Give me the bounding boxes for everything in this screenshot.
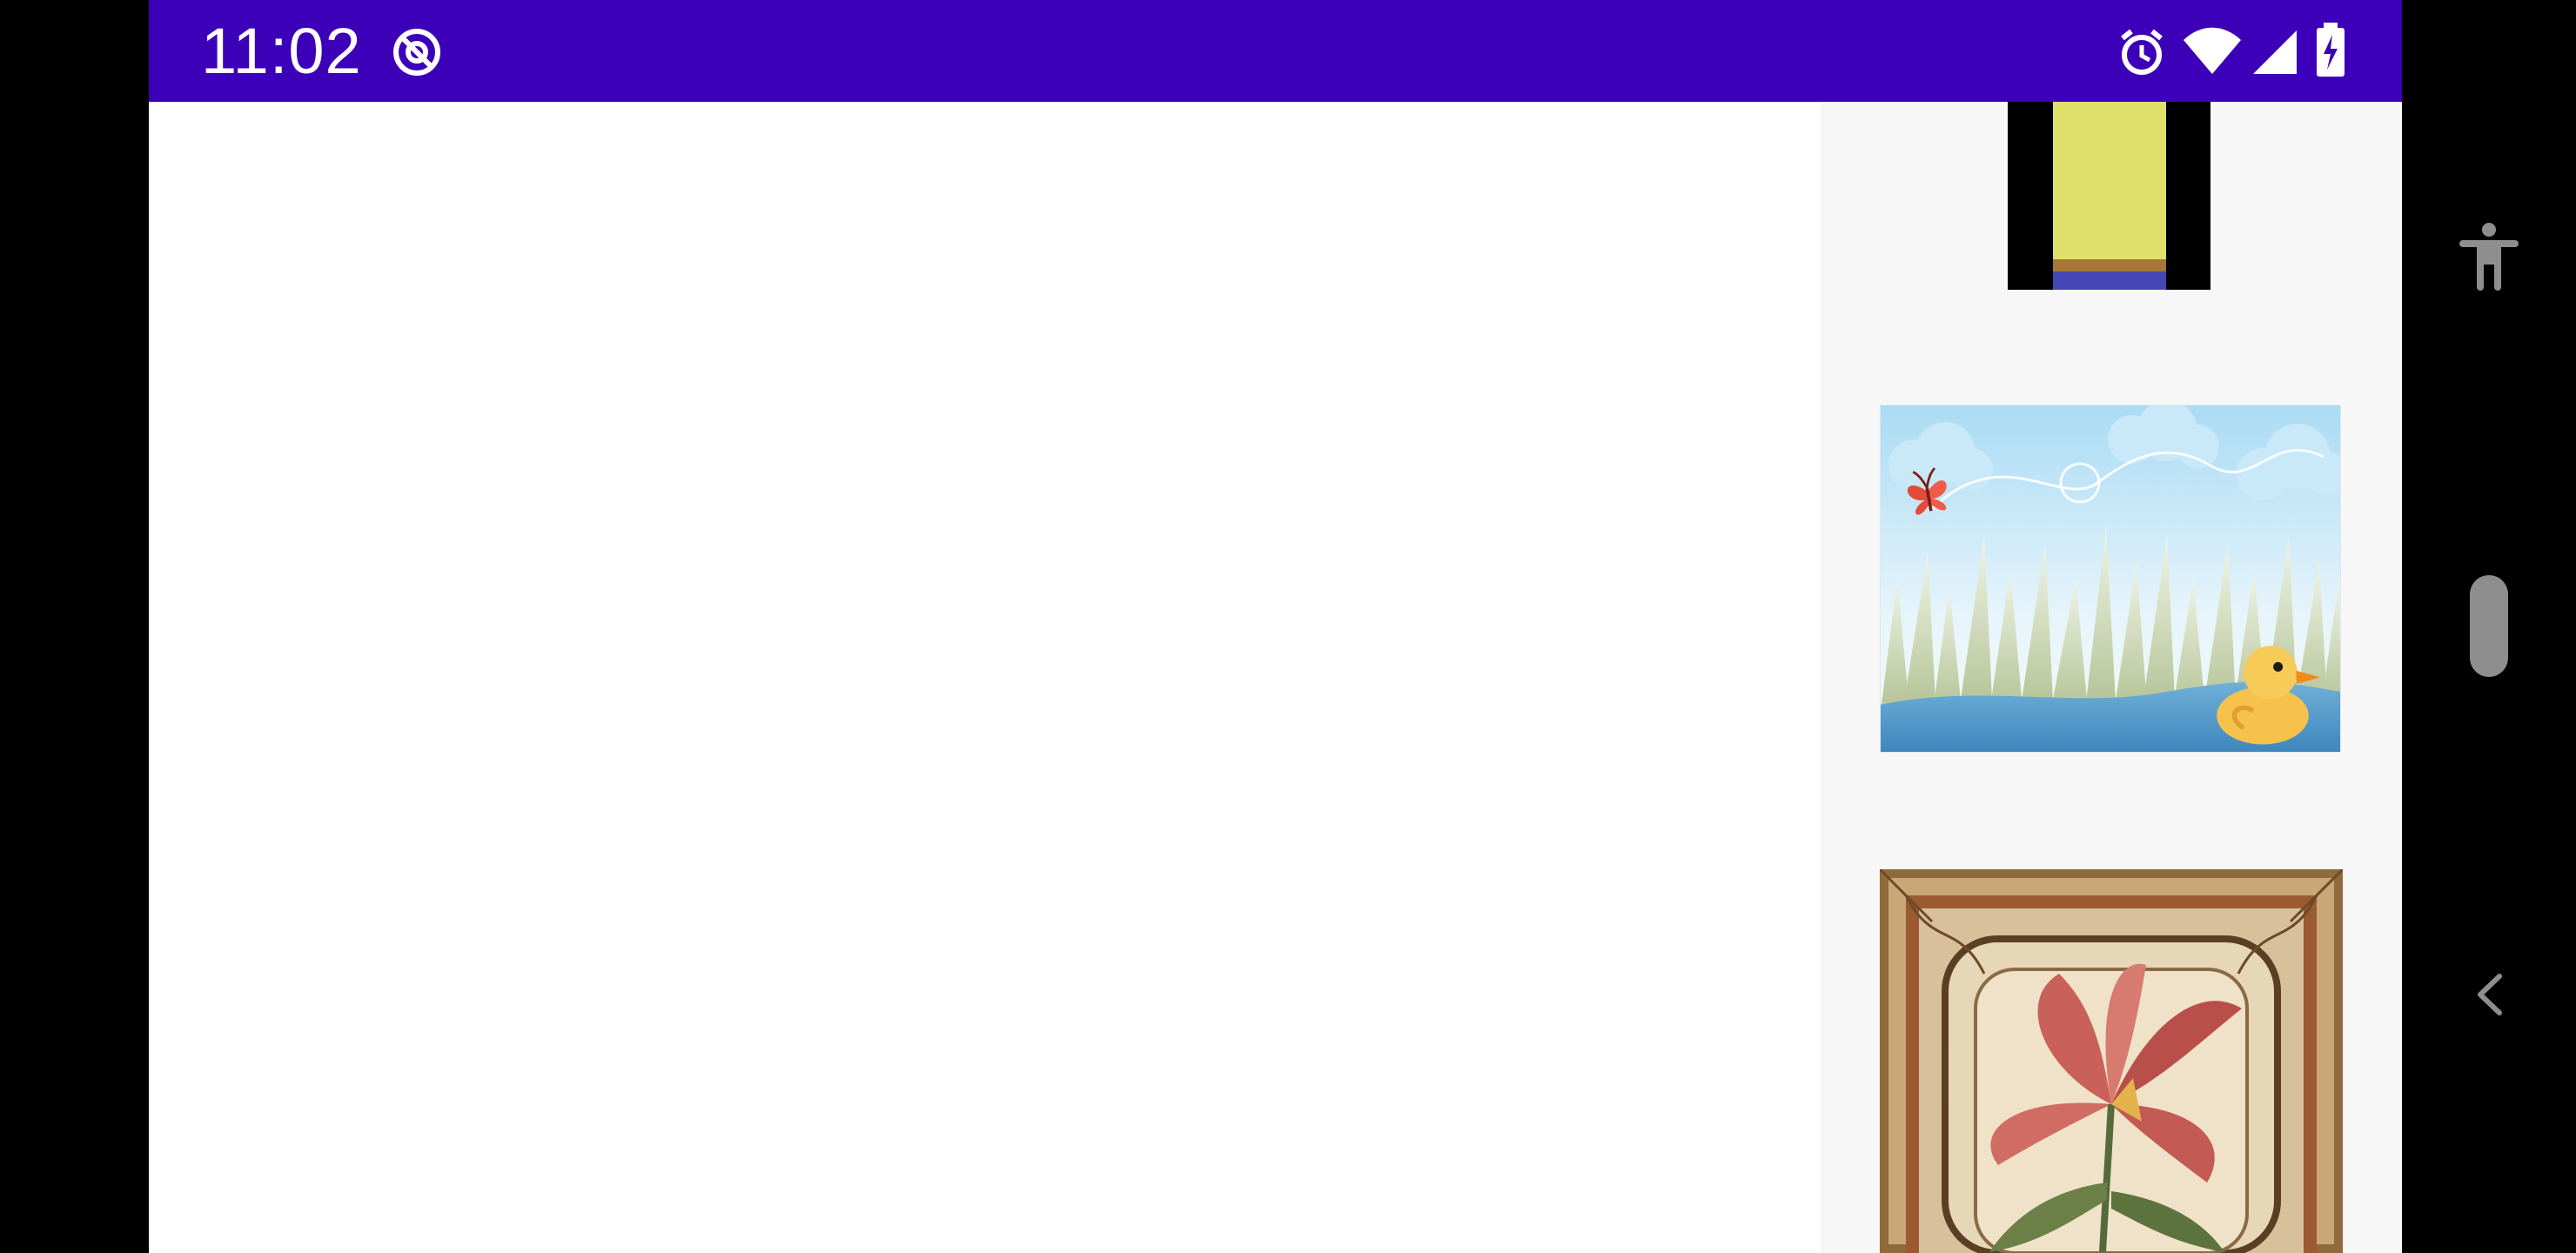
status-bar: 11:02	[149, 0, 2402, 102]
battery-charging-icon	[2317, 23, 2345, 77]
scrollbar-thumb[interactable]	[2470, 575, 2508, 677]
thumbnail-list[interactable]	[1821, 102, 2402, 1253]
accessibility-icon[interactable]	[2458, 221, 2520, 291]
thumbnail-item[interactable]	[1880, 869, 2343, 1253]
main-content	[149, 102, 1821, 1253]
tilted-duck-card[interactable]	[799, 418, 1304, 1027]
back-icon[interactable]	[2473, 973, 2505, 1016]
thumbnail-item[interactable]	[1880, 405, 2341, 753]
wifi-icon	[2184, 27, 2241, 74]
thumbnail-item[interactable]	[2008, 102, 2210, 290]
alarm-icon	[2121, 29, 2163, 75]
device-screen: 11:02	[149, 0, 2402, 1253]
cellular-signal-icon	[2253, 30, 2297, 74]
status-time: 11:02	[201, 15, 362, 87]
do-not-disturb-icon	[393, 29, 440, 76]
